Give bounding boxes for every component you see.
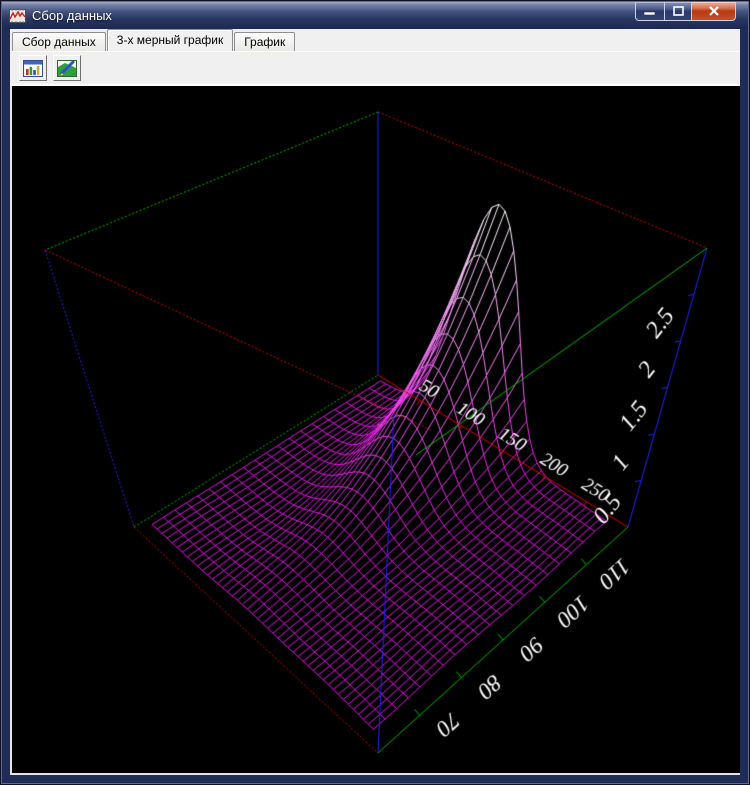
- minimize-button[interactable]: [635, 2, 665, 21]
- close-icon: [709, 6, 719, 16]
- surface-3d-chart[interactable]: [12, 86, 740, 773]
- edit-graph-button[interactable]: [53, 55, 81, 81]
- maximize-icon: [673, 6, 684, 16]
- maximize-button[interactable]: [664, 2, 692, 21]
- close-button[interactable]: [691, 2, 736, 21]
- edit-picture-icon: [57, 60, 77, 77]
- plot-area: [10, 85, 740, 775]
- toolbar: [10, 51, 740, 85]
- window-title: Сбор данных: [32, 8, 112, 23]
- chart-window-button[interactable]: [19, 55, 47, 81]
- tab-plot[interactable]: График: [234, 32, 295, 51]
- minimize-icon: [644, 6, 656, 16]
- tab-data-collection[interactable]: Сбор данных: [12, 32, 106, 51]
- tab-strip: Сбор данных 3-х мерный график График: [10, 29, 740, 51]
- app-window: Сбор данных Сбор данных 3-х мерный графи…: [0, 0, 750, 785]
- titlebar-buttons: [636, 2, 736, 21]
- titlebar: Сбор данных: [2, 2, 748, 29]
- tab-3d-plot[interactable]: 3-х мерный график: [107, 29, 233, 51]
- client-area: Сбор данных 3-х мерный график График: [10, 29, 740, 774]
- line-chart-icon: [9, 8, 26, 24]
- bar-chart-window-icon: [23, 60, 43, 77]
